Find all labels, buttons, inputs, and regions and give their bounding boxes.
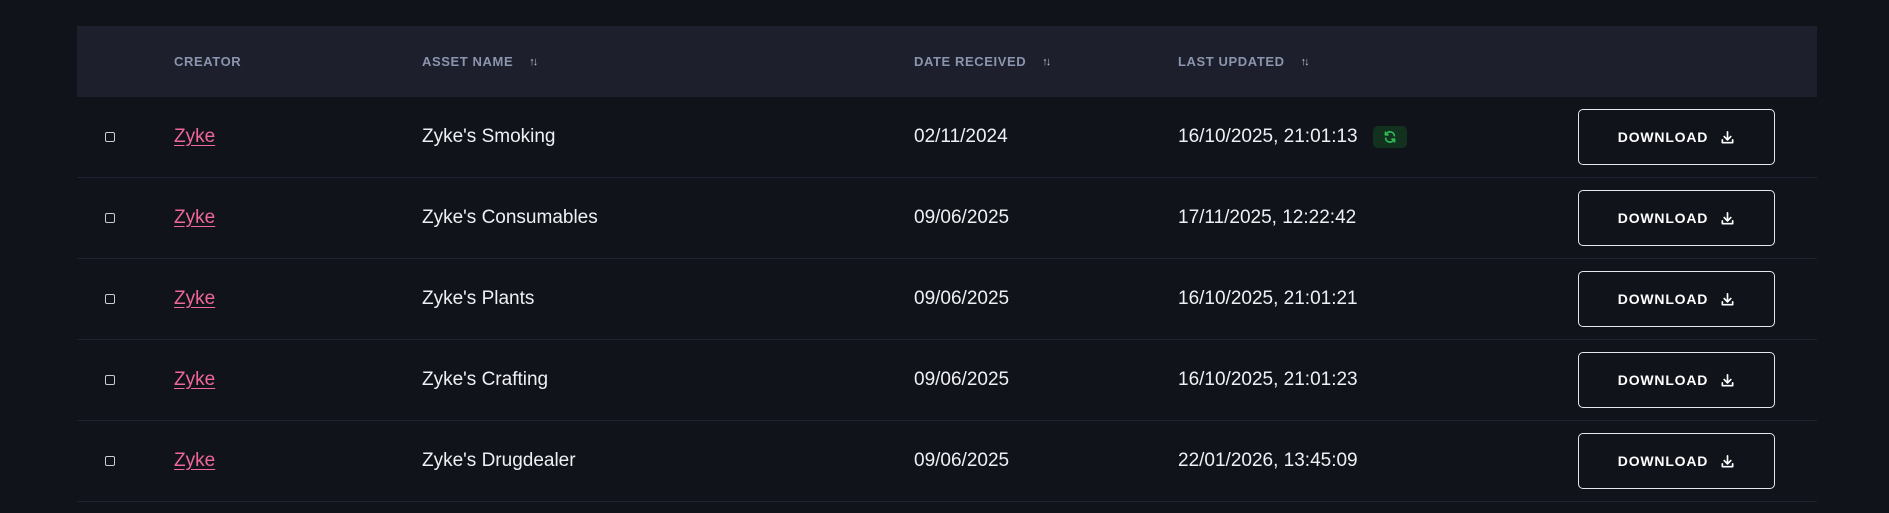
date-received-cell: 09/06/2025 — [914, 340, 1009, 420]
date-received: 09/06/2025 — [914, 369, 1010, 390]
table-header: CREATOR ASSET NAME ↑↓ DATE RECEIVED ↑↓ L… — [77, 26, 1817, 97]
creator-cell: Zyke — [174, 178, 215, 258]
last-updated: 16/10/2025, 21:01:13 — [1178, 126, 1358, 147]
last-updated-cell: 16/10/2025, 21:01:13 — [1178, 97, 1407, 177]
date-received-cell: 02/11/2024 — [914, 97, 1008, 177]
last-updated: 16/10/2025, 21:01:23 — [1178, 369, 1358, 390]
download-button-label: DOWNLOAD — [1617, 453, 1709, 469]
last-updated: 16/10/2025, 21:01:21 — [1178, 288, 1358, 309]
date-received: 09/06/2025 — [914, 450, 1010, 471]
table-row: Zyke Zyke's Consumables 09/06/2025 17/11… — [77, 178, 1817, 259]
row-select-cell — [105, 340, 115, 420]
row-checkbox[interactable] — [105, 456, 115, 466]
row-select-cell — [105, 178, 115, 258]
download-button-label: DOWNLOAD — [1617, 129, 1709, 145]
asset-name-cell: Zyke's Smoking — [422, 97, 556, 177]
creator-cell: Zyke — [174, 97, 215, 177]
creator-cell: Zyke — [174, 421, 215, 501]
action-cell: DOWNLOAD — [1578, 178, 1775, 258]
download-button[interactable]: DOWNLOAD — [1578, 433, 1775, 489]
download-icon — [1721, 373, 1734, 386]
sort-arrows-icon[interactable]: ↑↓ — [1042, 56, 1051, 68]
creator-link[interactable]: Zyke — [174, 288, 215, 310]
creator-cell: Zyke — [174, 340, 215, 420]
download-button[interactable]: DOWNLOAD — [1578, 271, 1775, 327]
date-received-cell: 09/06/2025 — [914, 421, 1009, 501]
download-button[interactable]: DOWNLOAD — [1578, 190, 1775, 246]
asset-name: Zyke's Crafting — [422, 369, 549, 390]
row-checkbox[interactable] — [105, 132, 115, 142]
table-row: Zyke Zyke's Drugdealer 09/06/2025 22/01/… — [77, 421, 1817, 502]
last-updated-cell: 16/10/2025, 21:01:21 — [1178, 259, 1358, 339]
sort-arrows-icon[interactable]: ↑↓ — [529, 56, 538, 68]
download-button[interactable]: DOWNLOAD — [1578, 109, 1775, 165]
table-body: Zyke Zyke's Smoking 02/11/2024 16/10/202… — [77, 97, 1817, 502]
row-checkbox[interactable] — [105, 375, 115, 385]
table-row: Zyke Zyke's Crafting 09/06/2025 16/10/20… — [77, 340, 1817, 421]
action-cell: DOWNLOAD — [1578, 421, 1775, 501]
column-header-last-updated-label: LAST UPDATED — [1178, 54, 1285, 69]
table-row: Zyke Zyke's Plants 09/06/2025 16/10/2025… — [77, 259, 1817, 340]
asset-name-cell: Zyke's Drugdealer — [422, 421, 576, 501]
column-header-asset-name-label: ASSET NAME — [422, 54, 514, 69]
row-checkbox[interactable] — [105, 294, 115, 304]
date-received: 02/11/2024 — [914, 126, 1008, 147]
column-header-last-updated[interactable]: LAST UPDATED ↑↓ — [1178, 26, 1310, 97]
asset-name-cell: Zyke's Consumables — [422, 178, 598, 258]
download-icon — [1721, 292, 1734, 305]
last-updated: 22/01/2026, 13:45:09 — [1178, 450, 1358, 471]
action-cell: DOWNLOAD — [1578, 340, 1775, 420]
sync-badge[interactable] — [1372, 126, 1407, 148]
sort-arrows-icon[interactable]: ↑↓ — [1301, 56, 1310, 68]
asset-name: Zyke's Plants — [422, 288, 535, 309]
download-icon — [1721, 130, 1734, 143]
creator-link[interactable]: Zyke — [174, 369, 215, 391]
last-updated: 17/11/2025, 12:22:42 — [1178, 207, 1357, 228]
row-select-cell — [105, 97, 115, 177]
row-checkbox[interactable] — [105, 213, 115, 223]
action-cell: DOWNLOAD — [1578, 97, 1775, 177]
download-button-label: DOWNLOAD — [1617, 210, 1709, 226]
date-received: 09/06/2025 — [914, 288, 1010, 309]
refresh-icon — [1384, 131, 1395, 143]
row-select-cell — [105, 259, 115, 339]
row-select-cell — [105, 421, 115, 501]
column-header-creator: CREATOR — [174, 26, 241, 97]
action-cell: DOWNLOAD — [1578, 259, 1775, 339]
creator-link[interactable]: Zyke — [174, 450, 215, 472]
download-button-label: DOWNLOAD — [1617, 291, 1709, 307]
asset-name-cell: Zyke's Crafting — [422, 340, 548, 420]
column-header-date-received[interactable]: DATE RECEIVED ↑↓ — [914, 26, 1051, 97]
download-button[interactable]: DOWNLOAD — [1578, 352, 1775, 408]
last-updated-cell: 22/01/2026, 13:45:09 — [1178, 421, 1358, 501]
column-header-creator-label: CREATOR — [174, 54, 242, 69]
asset-name-cell: Zyke's Plants — [422, 259, 534, 339]
creator-cell: Zyke — [174, 259, 215, 339]
creator-link[interactable]: Zyke — [174, 207, 215, 229]
download-icon — [1721, 211, 1734, 224]
date-received: 09/06/2025 — [914, 207, 1010, 228]
asset-name: Zyke's Consumables — [422, 207, 598, 228]
table-row: Zyke Zyke's Smoking 02/11/2024 16/10/202… — [77, 97, 1817, 178]
last-updated-cell: 17/11/2025, 12:22:42 — [1178, 178, 1356, 258]
asset-name: Zyke's Drugdealer — [422, 450, 576, 471]
assets-table: CREATOR ASSET NAME ↑↓ DATE RECEIVED ↑↓ L… — [77, 26, 1817, 502]
date-received-cell: 09/06/2025 — [914, 178, 1009, 258]
asset-name: Zyke's Smoking — [422, 126, 556, 147]
column-header-asset-name[interactable]: ASSET NAME ↑↓ — [422, 26, 538, 97]
creator-link[interactable]: Zyke — [174, 126, 215, 148]
column-header-date-received-label: DATE RECEIVED — [914, 54, 1027, 69]
download-button-label: DOWNLOAD — [1617, 372, 1709, 388]
date-received-cell: 09/06/2025 — [914, 259, 1009, 339]
last-updated-cell: 16/10/2025, 21:01:23 — [1178, 340, 1358, 420]
download-icon — [1721, 454, 1734, 467]
